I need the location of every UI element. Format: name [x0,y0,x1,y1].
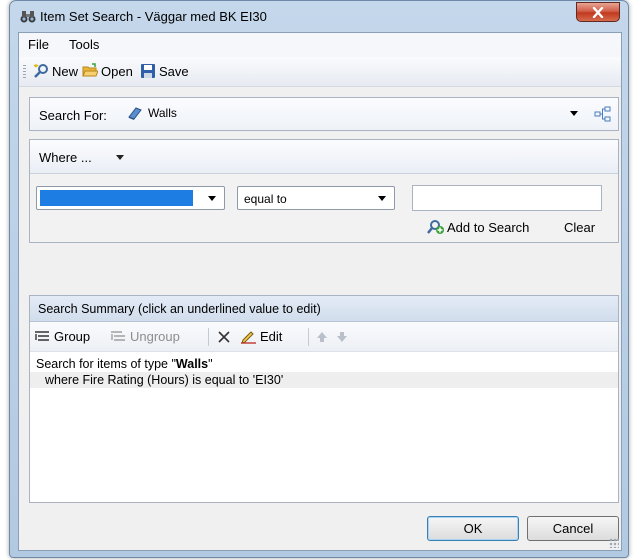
where-header[interactable]: Where ... [30,140,618,174]
group-icon [35,331,49,341]
search-summary-panel: Search Summary (click an underlined valu… [29,295,619,503]
search-for-panel: Search For: Walls [29,97,619,131]
delete-icon[interactable] [216,329,232,345]
where-panel: Where ... equal to Add to Search Clear [29,139,619,243]
chevron-down-icon [570,111,578,116]
chevron-down-icon [116,155,124,160]
search-for-value: Walls [148,106,177,120]
summary-title: Search Summary (click an underlined valu… [38,302,321,316]
condition-dropdown[interactable]: equal to [237,186,395,210]
menu-bar: File Tools [19,33,621,57]
ungroup-icon [111,331,125,341]
menu-tools[interactable]: Tools [67,37,101,52]
summary-condition-text: where Fire Rating (Hours) is equal to 'E… [45,373,284,387]
group-button[interactable]: Group [34,329,90,344]
close-button[interactable] [576,2,620,22]
search-for-label: Search For: [39,108,107,123]
move-up-icon[interactable] [316,331,328,343]
toolbar-separator [208,328,209,346]
search-for-dropdown[interactable]: Walls [122,103,583,125]
new-label: New [52,63,79,79]
summary-header: Search Summary (click an underlined valu… [30,296,618,322]
folder-open-icon [82,63,98,77]
add-to-search-label: Add to Search [447,219,530,235]
new-search-icon [33,64,48,78]
save-button[interactable]: Save [140,63,189,79]
property-selection-highlight [40,190,193,206]
window-title: Item Set Search - Väggar med BK EI30 [40,9,267,24]
ungroup-button[interactable]: Ungroup [110,329,180,344]
summary-prefix: Search for items of type " [36,357,176,371]
summary-type-value[interactable]: Walls [176,357,208,371]
dialog-window: Item Set Search - Väggar med BK EI30 Fil… [9,0,629,558]
new-button[interactable]: New [33,63,78,79]
wall-icon [128,107,142,120]
toolbar-grip[interactable] [23,65,26,79]
save-disk-icon [141,64,155,78]
main-toolbar: New Open Save [19,57,621,87]
hierarchy-icon[interactable] [594,106,612,122]
binoculars-icon [20,11,36,23]
summary-line-type: Search for items of type "Walls" [36,357,213,371]
property-dropdown[interactable] [36,186,225,210]
dialog-client-area: File Tools New Open Save Search For: Wal… [18,32,622,551]
summary-suffix: " [208,357,213,371]
close-icon [592,6,604,18]
menu-file[interactable]: File [26,37,51,52]
cancel-button[interactable]: Cancel [527,516,619,541]
chevron-down-icon [378,196,386,201]
group-label: Group [54,329,91,344]
where-label: Where ... [39,150,92,165]
ok-button[interactable]: OK [427,516,519,541]
add-to-search-button[interactable]: Add to Search [427,219,529,235]
title-bar[interactable]: Item Set Search - Väggar med BK EI30 [10,1,628,32]
ungroup-label: Ungroup [130,329,180,344]
condition-value: equal to [244,192,287,206]
toolbar-separator [308,328,309,346]
resize-grip[interactable] [609,538,619,548]
move-down-icon[interactable] [336,331,348,343]
summary-toolbar: Group Ungroup Edit [30,322,618,352]
add-search-icon [427,220,444,234]
clear-button[interactable]: Clear [564,220,595,235]
save-label: Save [159,63,189,79]
chevron-down-icon [208,196,216,201]
summary-line-condition[interactable]: where Fire Rating (Hours) is equal to 'E… [30,372,618,388]
pencil-icon [241,331,256,344]
value-input[interactable] [412,185,602,211]
open-button[interactable]: Open [82,63,133,79]
open-label: Open [101,63,133,79]
edit-label: Edit [260,329,283,344]
edit-button[interactable]: Edit [240,329,282,344]
